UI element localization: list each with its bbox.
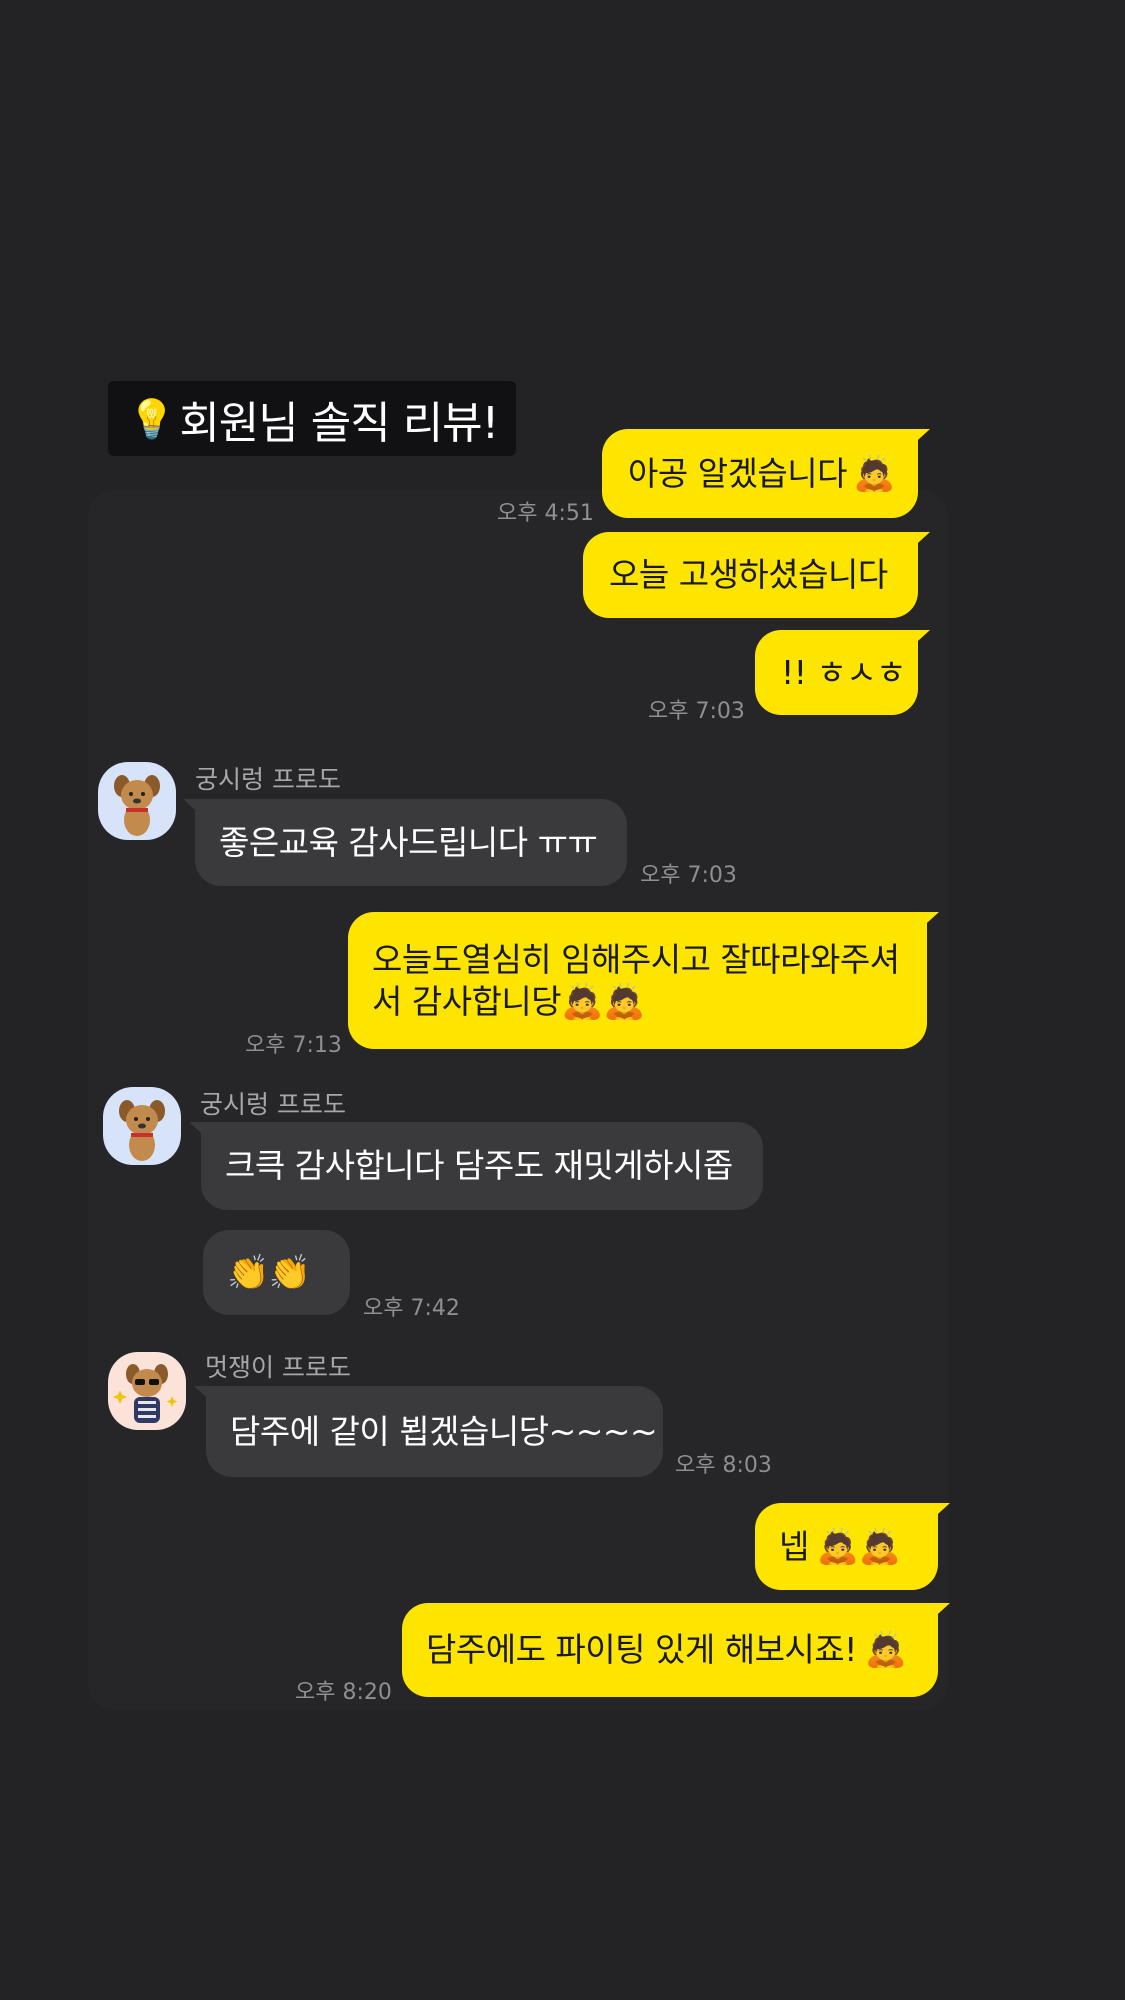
their-message-bubble[interactable]: 좋은교육 감사드립니다 ㅠㅠ bbox=[195, 799, 627, 886]
my-message-bubble[interactable]: 아공 알겠습니다 🙇 bbox=[602, 429, 918, 518]
bowing-emoji-icon: 🙇🙇 bbox=[561, 981, 645, 1022]
my-message-bubble[interactable]: 오늘도열심히 임해주시고 잘따라와주셔서 감사합니당🙇🙇 bbox=[348, 912, 927, 1049]
sender-name: 궁시렁 프로도 bbox=[195, 765, 341, 794]
sender-name: 궁시렁 프로도 bbox=[200, 1090, 346, 1119]
message-time: 오후 8:03 bbox=[675, 1453, 772, 1478]
bowing-emoji-icon: 🙇🙇 bbox=[816, 1526, 901, 1567]
message-time: 오후 7:42 bbox=[363, 1296, 460, 1321]
my-message-bubble[interactable]: 넵 🙇🙇 bbox=[755, 1503, 938, 1590]
my-message-bubble[interactable]: !! ㅎㅅㅎ bbox=[755, 630, 918, 715]
sender-name: 멋쟁이 프로도 bbox=[205, 1353, 351, 1382]
my-message-bubble[interactable]: 담주에도 파이팅 있게 해보시죠! 🙇 bbox=[402, 1603, 938, 1697]
bowing-emoji-icon: 🙇 bbox=[864, 1630, 907, 1670]
message-text: 좋은교육 감사드립니다 ㅠㅠ bbox=[219, 822, 598, 862]
their-message-bubble[interactable]: 크큭 감사합니다 담주도 재밋게하시좁 bbox=[201, 1122, 763, 1210]
message-text: 담주에 같이 뵙겠습니당~~~~ bbox=[230, 1411, 658, 1451]
page-title: 회원님 솔직 리뷰! bbox=[179, 397, 499, 449]
message-text: 오늘 고생하셨습니다 bbox=[609, 555, 888, 594]
lightbulb-icon: 💡 bbox=[128, 396, 176, 441]
bowing-emoji-icon: 🙇 bbox=[853, 453, 895, 494]
message-text: 크큭 감사합니다 담주도 재밋게하시좁 bbox=[225, 1146, 733, 1185]
their-message-bubble[interactable]: 담주에 같이 뵙겠습니당~~~~ bbox=[206, 1386, 663, 1477]
message-time: 오후 4:51 bbox=[497, 501, 594, 526]
message-text: !! ㅎㅅㅎ bbox=[781, 652, 907, 692]
my-message-bubble[interactable]: 오늘 고생하셨습니다 bbox=[583, 532, 918, 618]
message-text: 아공 알겠습니다 bbox=[628, 453, 848, 493]
clapping-hands-emoji-icon: 👏👏 bbox=[227, 1252, 311, 1293]
message-time: 오후 7:13 bbox=[245, 1033, 342, 1058]
frodo-dog-avatar[interactable] bbox=[98, 762, 176, 840]
frodo-dog-avatar[interactable] bbox=[103, 1087, 181, 1165]
frodo-sunglasses-avatar[interactable] bbox=[108, 1352, 186, 1430]
review-title-banner: 💡 회원님 솔직 리뷰! bbox=[108, 381, 517, 456]
message-text: 오늘도열심히 임해주시고 잘따라와주셔서 감사합니당🙇🙇 bbox=[372, 939, 900, 1022]
message-time: 오후 7:03 bbox=[648, 699, 745, 724]
message-time: 오후 7:03 bbox=[640, 863, 737, 888]
message-text: 담주에도 파이팅 있게 해보시죠! bbox=[426, 1630, 857, 1669]
message-text: 넵 bbox=[779, 1526, 809, 1566]
message-time: 오후 8:20 bbox=[295, 1680, 392, 1705]
their-message-bubble[interactable]: 👏👏 bbox=[203, 1230, 350, 1315]
